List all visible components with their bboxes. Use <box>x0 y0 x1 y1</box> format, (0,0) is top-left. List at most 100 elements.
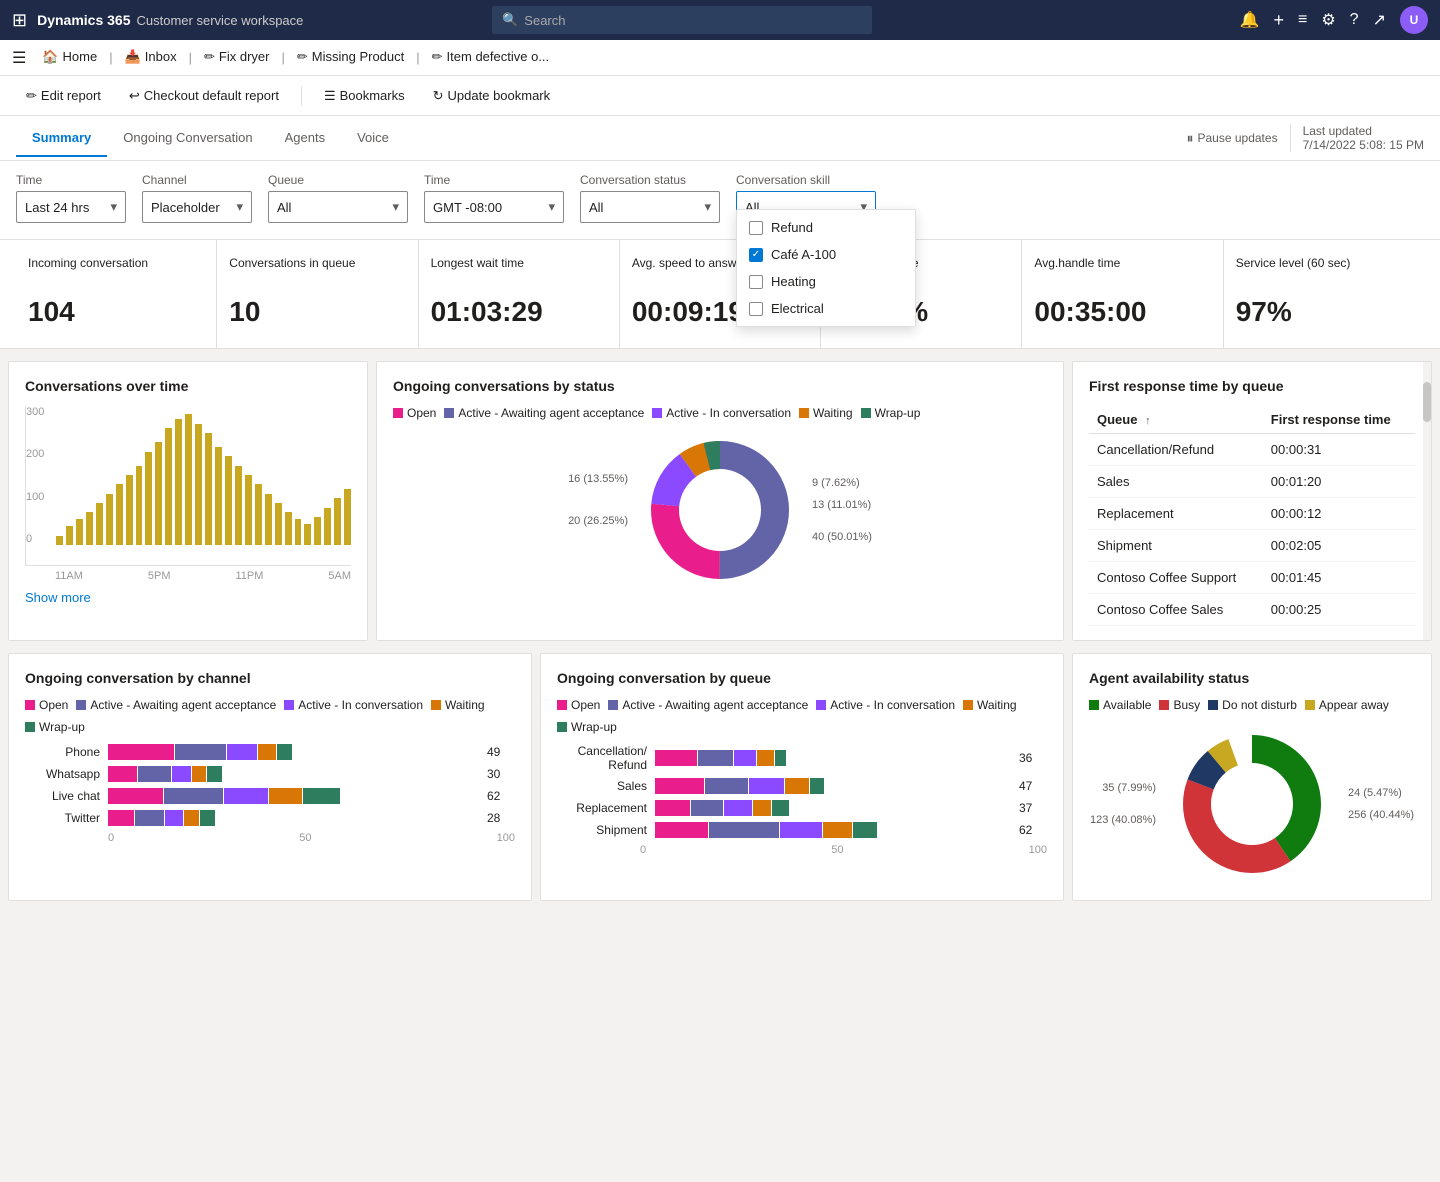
agent-legend: Available Busy Do not disturb Appear awa… <box>1089 698 1415 712</box>
filter-channel-select[interactable]: Placeholder ▾ <box>142 191 252 223</box>
checkout-report-button[interactable]: ↩ Checkout default report <box>119 82 289 110</box>
bar-count: 47 <box>1019 779 1047 793</box>
filter-time-value: Last 24 hrs <box>25 200 89 215</box>
breadcrumb-fix-dryer[interactable]: ✏ Fix dryer <box>196 40 277 76</box>
filter-conv-skill: Conversation skill All ▾ Refund ✓ Café A… <box>736 173 876 223</box>
search-box[interactable]: 🔍 <box>492 6 872 34</box>
bar-track <box>108 788 475 804</box>
donut-chart-container: 16 (13.55%) 20 (26.25%) 9 (7.62%) 13 (11… <box>393 430 1047 590</box>
search-input[interactable] <box>524 13 862 28</box>
kpi-incoming-label: Incoming conversation <box>28 256 204 288</box>
bar-item <box>344 489 351 545</box>
bar-item <box>145 452 152 545</box>
kpi-service-value: 97% <box>1236 296 1412 328</box>
breadcrumb-fix-dryer-label: Fix dryer <box>219 49 270 64</box>
charts-row-2: Ongoing conversation by channel Open Act… <box>0 653 1440 909</box>
skill-label-heating: Heating <box>771 274 816 289</box>
agent-legend-dnd: Do not disturb <box>1208 698 1297 712</box>
agent-label-24: 24 (5.47%) <box>1348 787 1414 799</box>
bar-segment <box>258 744 276 760</box>
kpi-service-label: Service level (60 sec) <box>1236 256 1412 288</box>
tab-agents[interactable]: Agents <box>269 120 341 157</box>
scrollbar-thumb <box>1423 382 1431 422</box>
bar-track <box>108 810 475 826</box>
bar-segment <box>135 810 164 826</box>
col-queue-header[interactable]: Queue ↑ <box>1089 406 1263 434</box>
kpi-conversations-in-queue: Conversations in queue 10 <box>217 240 418 348</box>
scrollbar[interactable] <box>1423 362 1431 640</box>
edit-report-button[interactable]: ✏ Edit report <box>16 82 111 110</box>
channel-bars: Phone49Whatsapp30Live chat62Twitter28 <box>25 744 515 826</box>
avatar[interactable]: U <box>1400 6 1428 34</box>
agent-avail-title: Agent availability status <box>1089 670 1415 686</box>
filter-time-select[interactable]: Last 24 hrs ▾ <box>16 191 126 223</box>
chevron-down-icon-4: ▾ <box>548 199 555 215</box>
first-response-panel: First response time by queue Queue ↑ Fir… <box>1072 361 1432 641</box>
show-more-button[interactable]: Show more <box>25 590 91 605</box>
bar-count: 37 <box>1019 801 1047 815</box>
ch-legend-waiting: Waiting <box>431 698 485 712</box>
filter-queue-select[interactable]: All ▾ <box>268 191 408 223</box>
bar-track <box>108 744 475 760</box>
breadcrumb-sep-2: | <box>189 50 192 65</box>
skill-option-electrical[interactable]: Electrical <box>737 295 915 322</box>
add-icon[interactable]: + <box>1273 10 1284 31</box>
update-bookmark-button[interactable]: ↻ Update bookmark <box>423 82 561 110</box>
skill-checkbox-refund[interactable] <box>749 221 763 235</box>
tab-ongoing-conversation[interactable]: Ongoing Conversation <box>107 120 268 157</box>
legend-active-conv-color <box>652 408 662 418</box>
inbox-icon: 📥 <box>125 49 141 65</box>
channel-label: Whatsapp <box>25 767 100 781</box>
bar-chart: 300 200 100 0 11AM 5PM 11PM 5AM <box>25 406 351 582</box>
notification-icon[interactable]: 🔔 <box>1240 10 1260 30</box>
edit-report-label: Edit report <box>41 88 101 103</box>
ongoing-status-legend: Open Active - Awaiting agent acceptance … <box>393 406 1047 420</box>
queue-x-axis: 0 50 100 <box>557 844 1047 856</box>
skill-option-refund[interactable]: Refund <box>737 214 915 241</box>
kpi-service-level: Service level (60 sec) 97% <box>1224 240 1424 348</box>
skill-option-heating[interactable]: Heating <box>737 268 915 295</box>
queue-cell: Shipment <box>1089 530 1263 562</box>
tab-summary[interactable]: Summary <box>16 120 107 157</box>
filter-icon[interactable]: ≡ <box>1298 11 1307 29</box>
charts-row-1: Conversations over time 300 200 100 0 11… <box>0 349 1440 653</box>
bar-segment <box>753 800 771 816</box>
q-legend-await-sq <box>608 700 618 710</box>
help-icon[interactable]: ? <box>1350 11 1359 29</box>
breadcrumb-missing-product[interactable]: ✏ Missing Product <box>289 40 412 76</box>
waffle-icon[interactable]: ⊞ <box>12 10 27 31</box>
bar-segment <box>757 750 775 766</box>
breadcrumb-inbox[interactable]: 📥 Inbox <box>117 40 185 76</box>
bookmarks-button[interactable]: ☰ Bookmarks <box>314 82 415 110</box>
queue-bar-row: Cancellation/ Refund36 <box>557 744 1047 772</box>
ongoing-by-status-panel: Ongoing conversations by status Open Act… <box>376 361 1064 641</box>
pause-updates-button[interactable]: ⏸ Pause updates <box>1187 130 1278 147</box>
share-icon[interactable]: ↗ <box>1373 10 1386 30</box>
filter-conv-status-select[interactable]: All ▾ <box>580 191 720 223</box>
ongoing-status-title: Ongoing conversations by status <box>393 378 1047 394</box>
hamburger-button[interactable]: ☰ <box>8 44 30 72</box>
time-cell: 00:01:45 <box>1263 562 1415 594</box>
bar-count: 36 <box>1019 751 1047 765</box>
filter-time2-select[interactable]: GMT -08:00 ▾ <box>424 191 564 223</box>
edit-icon-1: ✏ <box>204 49 215 65</box>
q-legend-open: Open <box>557 698 600 712</box>
breadcrumb-item-defective[interactable]: ✏ Item defective o... <box>424 40 558 76</box>
skill-checkbox-electrical[interactable] <box>749 302 763 316</box>
queue-bar-row: Shipment62 <box>557 822 1047 838</box>
breadcrumb-home[interactable]: 🏠 Home <box>34 40 105 76</box>
bar-segment <box>691 800 723 816</box>
filter-conv-status: Conversation status All ▾ <box>580 173 720 223</box>
bar-item <box>136 466 143 545</box>
col-time-header[interactable]: First response time <box>1263 406 1415 434</box>
bar-segment <box>207 766 222 782</box>
time-cell: 00:00:31 <box>1263 434 1415 466</box>
skill-option-cafe[interactable]: ✓ Café A-100 <box>737 241 915 268</box>
bar-item <box>245 475 252 545</box>
bar-segment <box>138 766 171 782</box>
skill-checkbox-cafe[interactable]: ✓ <box>749 248 763 262</box>
skill-checkbox-heating[interactable] <box>749 275 763 289</box>
bar-item <box>334 498 341 545</box>
settings-icon[interactable]: ⚙ <box>1321 10 1335 30</box>
tab-voice[interactable]: Voice <box>341 120 405 157</box>
